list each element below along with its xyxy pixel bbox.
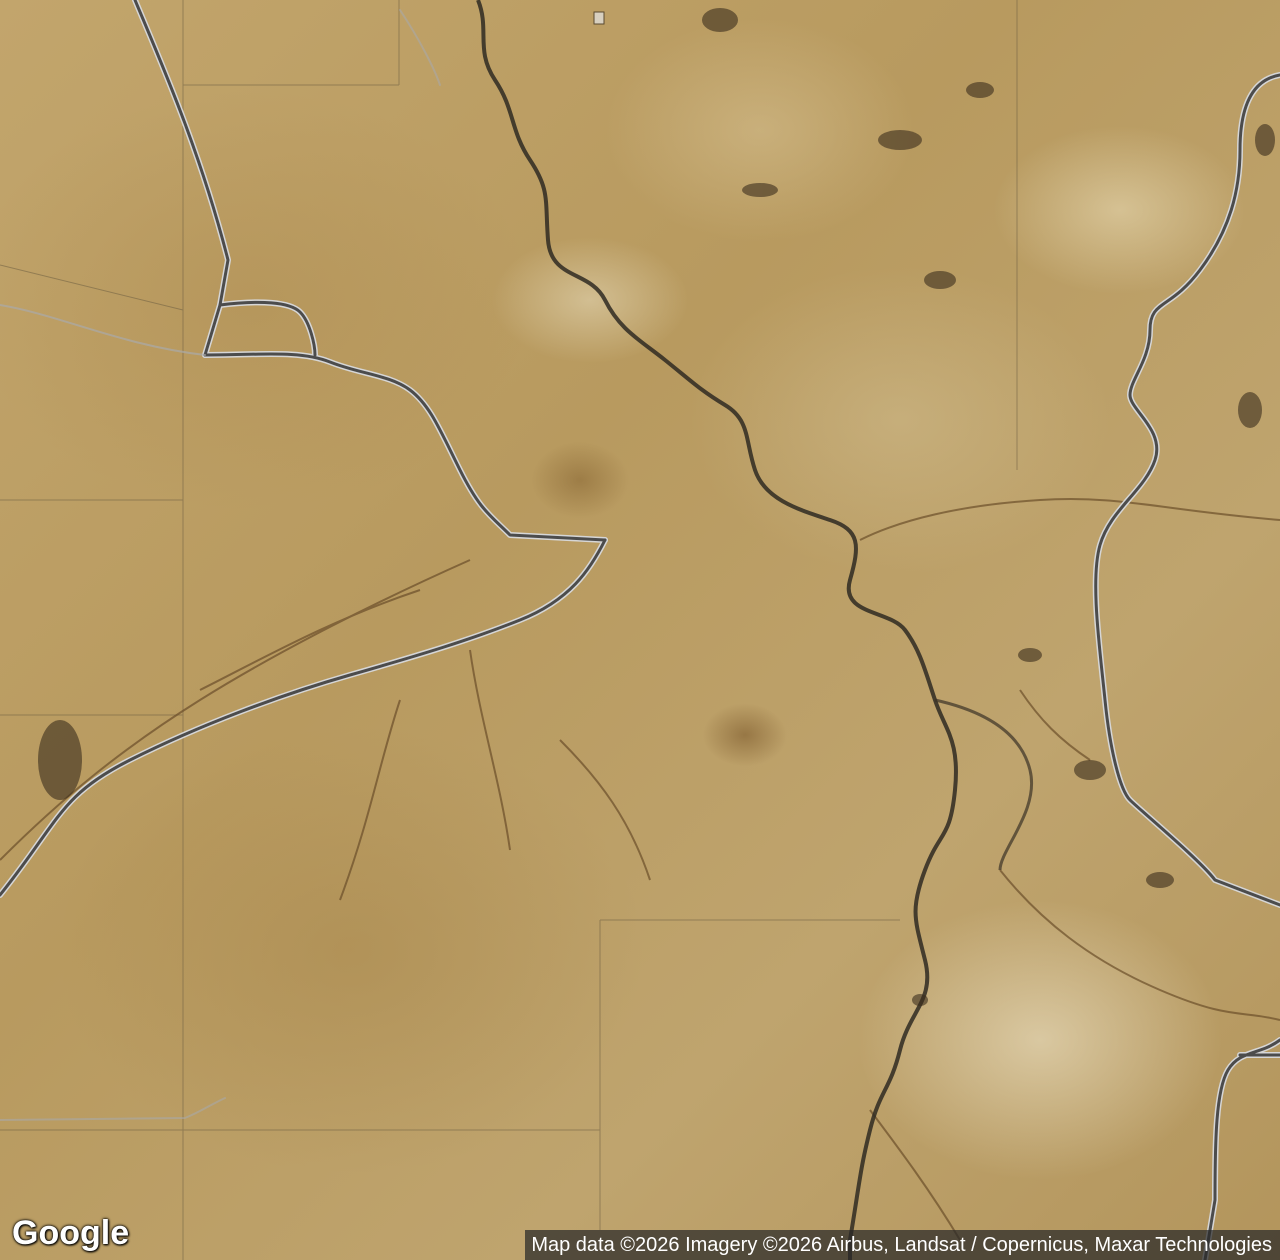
river-channel	[476, 0, 958, 1260]
structure	[593, 11, 605, 25]
roads	[0, 0, 1280, 1260]
parcel-lines	[0, 0, 1018, 1260]
river-branch	[934, 698, 1034, 871]
rock-outcrops	[38, 8, 1275, 1006]
map-attribution[interactable]: Map data ©2026 Imagery ©2026 Airbus, Lan…	[525, 1230, 1280, 1260]
satellite-imagery	[0, 0, 1280, 1260]
drainage-channels	[0, 498, 1280, 1241]
map-viewport[interactable]: Google Map data ©2026 Imagery ©2026 Airb…	[0, 0, 1280, 1260]
google-logo: Google	[12, 1214, 130, 1252]
